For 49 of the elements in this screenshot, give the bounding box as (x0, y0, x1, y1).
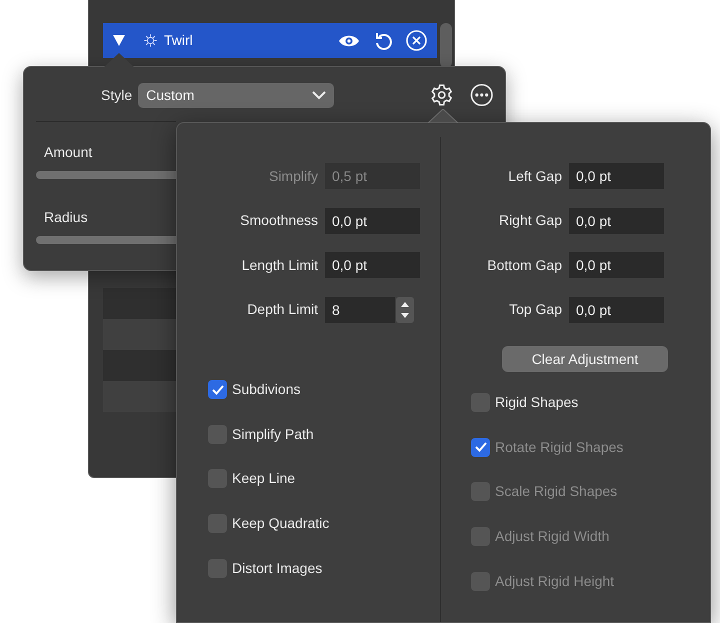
checkbox-label: Rotate Rigid Shapes (495, 438, 624, 457)
effect-row[interactable]: Twirl (103, 23, 437, 58)
checkbox-label: Distort Images (232, 558, 322, 578)
checkmark-icon (474, 442, 486, 452)
field-label: Depth Limit (246, 300, 319, 320)
field-label: Simplify (268, 166, 319, 186)
checkbox[interactable] (208, 514, 227, 533)
clear-adjustment-button[interactable]: Clear Adjustment (502, 346, 668, 372)
field-label: Right Gap (498, 211, 563, 230)
input-field[interactable]: 0,0 pt (569, 163, 664, 189)
field-label: Bottom Gap (486, 256, 563, 275)
close-icon[interactable] (406, 30, 427, 51)
input-field[interactable]: 0,0 pt (569, 252, 664, 278)
stepper-icon[interactable] (396, 296, 414, 323)
style-dropdown[interactable]: Custom (138, 82, 334, 108)
checkmark-icon (212, 384, 224, 395)
checkbox-label: Simplify Path (232, 424, 314, 444)
checkbox-label: Keep Quadratic (232, 514, 330, 533)
checkbox-label: Scale Rigid Shapes (495, 482, 618, 502)
checkbox-label: Rigid Shapes (495, 393, 578, 412)
input-field[interactable]: 8 (325, 296, 395, 323)
checkbox-label: Adjust Rigid Width (495, 526, 610, 546)
eye-icon[interactable] (338, 34, 360, 48)
field-label: Smoothness (239, 211, 319, 230)
slider-label: Amount (43, 143, 92, 162)
checkbox[interactable] (208, 558, 227, 578)
input-field[interactable]: 0,0 pt (569, 208, 664, 234)
checkbox[interactable] (208, 380, 227, 400)
field-label: Left Gap (507, 166, 563, 186)
style-label: Style (101, 86, 132, 105)
settings-icon[interactable] (430, 83, 454, 107)
reset-icon[interactable] (374, 30, 392, 50)
checkbox[interactable] (471, 393, 490, 412)
checkbox-label: Keep Line (232, 469, 296, 488)
field-label: Top Gap (508, 300, 563, 320)
checkbox[interactable] (208, 469, 227, 488)
chevron-down-icon (312, 90, 326, 100)
disclosure-triangle-icon[interactable] (113, 35, 125, 46)
scrollbar[interactable] (440, 23, 452, 68)
more-icon[interactable] (470, 83, 493, 107)
input-field[interactable]: 0,0 pt (325, 208, 420, 234)
checkbox-label: Adjust Rigid Height (495, 572, 614, 591)
checkbox[interactable] (208, 424, 227, 444)
slider-label: Radius (43, 208, 88, 227)
input-field[interactable]: 0,0 pt (325, 252, 420, 278)
checkbox-label: Subdivions (232, 380, 300, 400)
effect-name: Twirl (164, 31, 193, 50)
field-label: Length Limit (240, 256, 319, 275)
input-field[interactable]: 0,0 pt (569, 296, 664, 323)
